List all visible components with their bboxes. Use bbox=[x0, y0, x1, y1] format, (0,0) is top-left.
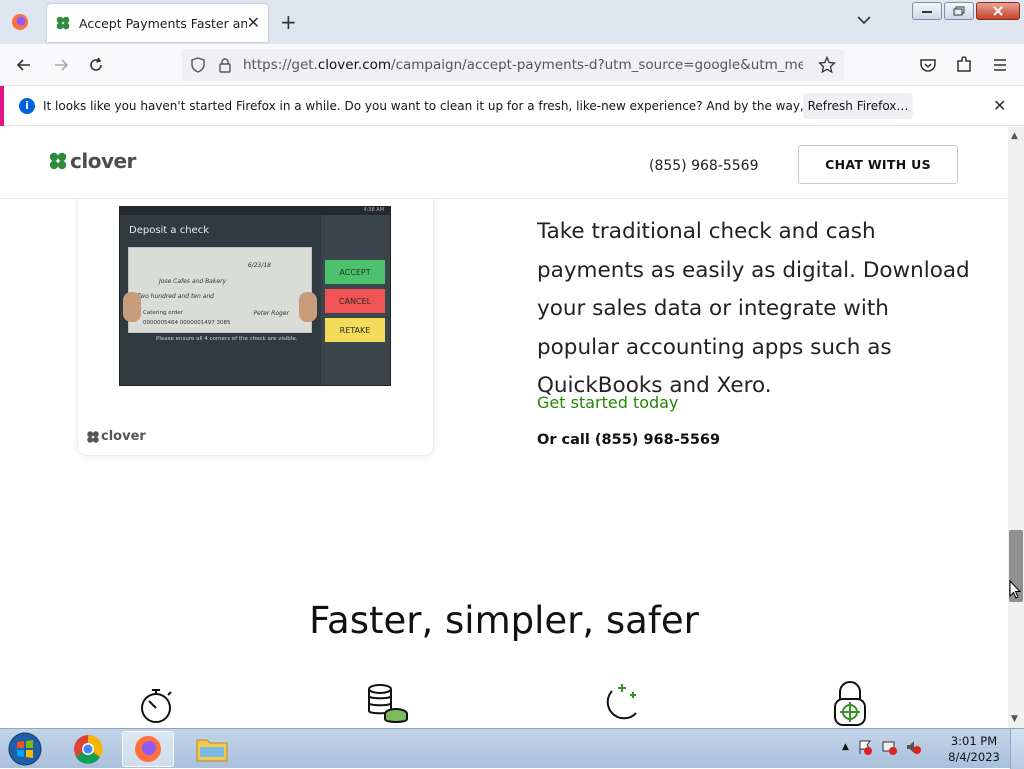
logo-text: clover bbox=[70, 149, 136, 173]
windows-start-icon[interactable] bbox=[6, 731, 44, 767]
body-paragraph: Take traditional check and cash payments… bbox=[537, 219, 970, 398]
device-retake-button: RETAKE bbox=[325, 318, 385, 342]
pocket-icon[interactable] bbox=[918, 55, 938, 75]
bookmark-star-icon[interactable] bbox=[818, 56, 836, 74]
navigation-toolbar: https://get.clover.com/campaign/accept-p… bbox=[0, 44, 1024, 86]
clover-logo[interactable]: clover bbox=[48, 149, 136, 173]
lock-icon[interactable] bbox=[218, 57, 232, 73]
menu-hamburger-icon[interactable] bbox=[990, 55, 1010, 75]
coins-icon bbox=[368, 684, 408, 723]
stopwatch-icon bbox=[141, 689, 172, 723]
lock-target-icon bbox=[834, 681, 866, 726]
new-tab-icon[interactable]: + bbox=[280, 10, 297, 34]
reload-icon[interactable] bbox=[86, 55, 106, 75]
minimize-icon[interactable] bbox=[912, 2, 942, 20]
taskbar-clock[interactable]: 3:01 PM 8/4/2023 bbox=[942, 733, 1006, 765]
url-path: /campaign/accept-payments-d?utm_source=g… bbox=[391, 57, 803, 73]
taskbar-file-explorer[interactable] bbox=[186, 731, 238, 767]
notification-message: It looks like you haven't started Firefo… bbox=[43, 99, 899, 113]
hand-left bbox=[123, 292, 141, 322]
volume-muted-icon[interactable] bbox=[905, 739, 921, 755]
section-heading: Faster, simpler, safer bbox=[309, 599, 699, 642]
check-memo: Catering order bbox=[143, 310, 183, 316]
extensions-puzzle-icon[interactable] bbox=[954, 55, 974, 75]
list-all-tabs-chevron-icon[interactable] bbox=[855, 14, 873, 26]
tracking-protection-shield-icon[interactable] bbox=[190, 57, 206, 73]
site-header: clover (855) 968-5569 CHAT WITH US bbox=[0, 127, 1008, 199]
device-status-time: 4:38 AM bbox=[363, 207, 384, 213]
moon-stars-icon bbox=[606, 684, 637, 720]
url-text: https://get.clover.com/campaign/accept-p… bbox=[243, 57, 803, 73]
firefox-view-icon[interactable] bbox=[10, 12, 30, 32]
taskbar-chrome[interactable] bbox=[62, 731, 114, 767]
show-desktop-button[interactable] bbox=[1010, 729, 1024, 769]
notification-bar: i It looks like you haven't started Fire… bbox=[0, 86, 1024, 126]
info-icon: i bbox=[19, 98, 35, 114]
url-prefix: https://get. bbox=[243, 57, 318, 73]
tab-title: Accept Payments Faster and Ea bbox=[79, 15, 247, 31]
restore-icon[interactable] bbox=[944, 2, 974, 20]
action-center-flag-icon[interactable] bbox=[857, 739, 873, 755]
tab-bar: Accept Payments Faster and Ea ✕ + bbox=[0, 0, 1024, 44]
chat-with-us-button[interactable]: CHAT WITH US bbox=[798, 145, 958, 184]
device-accept-button: ACCEPT bbox=[325, 260, 385, 284]
windows-taskbar: ▲ 3:01 PM 8/4/2023 bbox=[0, 728, 1024, 769]
header-phone-link[interactable]: (855) 968-5569 bbox=[649, 158, 759, 174]
device-cancel-button: CANCEL bbox=[325, 289, 385, 313]
tab-close-icon[interactable]: ✕ bbox=[247, 13, 260, 32]
check-micr-line: 0000005464 0000001497 3085 bbox=[143, 320, 231, 326]
scroll-down-arrow-icon[interactable]: ▼ bbox=[1011, 714, 1018, 724]
device-screen-title: Deposit a check bbox=[129, 225, 209, 236]
refresh-firefox-button[interactable]: Refresh Firefox… bbox=[803, 93, 913, 119]
clover-favicon-icon bbox=[56, 16, 70, 30]
folder-icon bbox=[196, 739, 228, 762]
clover-leaf-icon bbox=[87, 430, 99, 443]
check-payee: Jose Cafes and Bakery bbox=[159, 278, 227, 285]
card-logo-text: clover bbox=[101, 429, 146, 444]
device-screen-image: 4:38 AM Deposit a check 6/23/18 Jose Caf… bbox=[119, 206, 391, 386]
tray-expand-icon[interactable]: ▲ bbox=[842, 742, 849, 752]
card-clover-logo: clover bbox=[86, 429, 146, 444]
check-amount-words: Two hundred and ten and bbox=[137, 293, 214, 300]
notification-accent bbox=[0, 86, 4, 126]
notification-close-icon[interactable]: ✕ bbox=[993, 96, 1006, 115]
page-scrollbar[interactable]: ▲ ▼ bbox=[1008, 127, 1024, 728]
chrome-icon bbox=[74, 734, 103, 764]
get-started-link[interactable]: Get started today bbox=[537, 393, 678, 412]
device-hint: Please ensure all 4 corners of the check… bbox=[156, 336, 298, 342]
hand-right bbox=[299, 292, 317, 322]
network-icon[interactable] bbox=[881, 739, 897, 755]
clover-leaf-icon bbox=[49, 152, 67, 170]
clock-time: 3:01 PM bbox=[950, 734, 998, 748]
url-bar[interactable]: https://get.clover.com/campaign/accept-p… bbox=[182, 49, 844, 81]
taskbar-firefox[interactable] bbox=[122, 731, 174, 767]
firefox-icon bbox=[135, 736, 161, 762]
back-arrow-icon[interactable] bbox=[14, 55, 34, 75]
check-date: 6/23/18 bbox=[247, 262, 271, 269]
close-window-icon[interactable] bbox=[976, 2, 1020, 20]
check-signature: Peter Roger bbox=[253, 310, 289, 317]
device-status-bar: 4:38 AM bbox=[120, 207, 390, 215]
clock-date: 8/4/2023 bbox=[948, 750, 1000, 764]
check-image: 6/23/18 Jose Cafes and Bakery Two hundre… bbox=[123, 247, 317, 333]
page-viewport: clover (855) 968-5569 CHAT WITH US 4:38 … bbox=[0, 127, 1008, 728]
window-controls bbox=[912, 2, 1020, 20]
scroll-up-arrow-icon[interactable]: ▲ bbox=[1011, 131, 1018, 141]
forward-arrow-icon[interactable] bbox=[51, 55, 71, 75]
or-call-text: Or call (855) 968-5569 bbox=[537, 432, 721, 448]
system-tray: ▲ bbox=[842, 739, 921, 755]
browser-tab[interactable]: Accept Payments Faster and Ea ✕ bbox=[47, 4, 268, 42]
url-domain: clover.com bbox=[317, 57, 392, 73]
mouse-cursor-icon bbox=[1009, 580, 1021, 599]
